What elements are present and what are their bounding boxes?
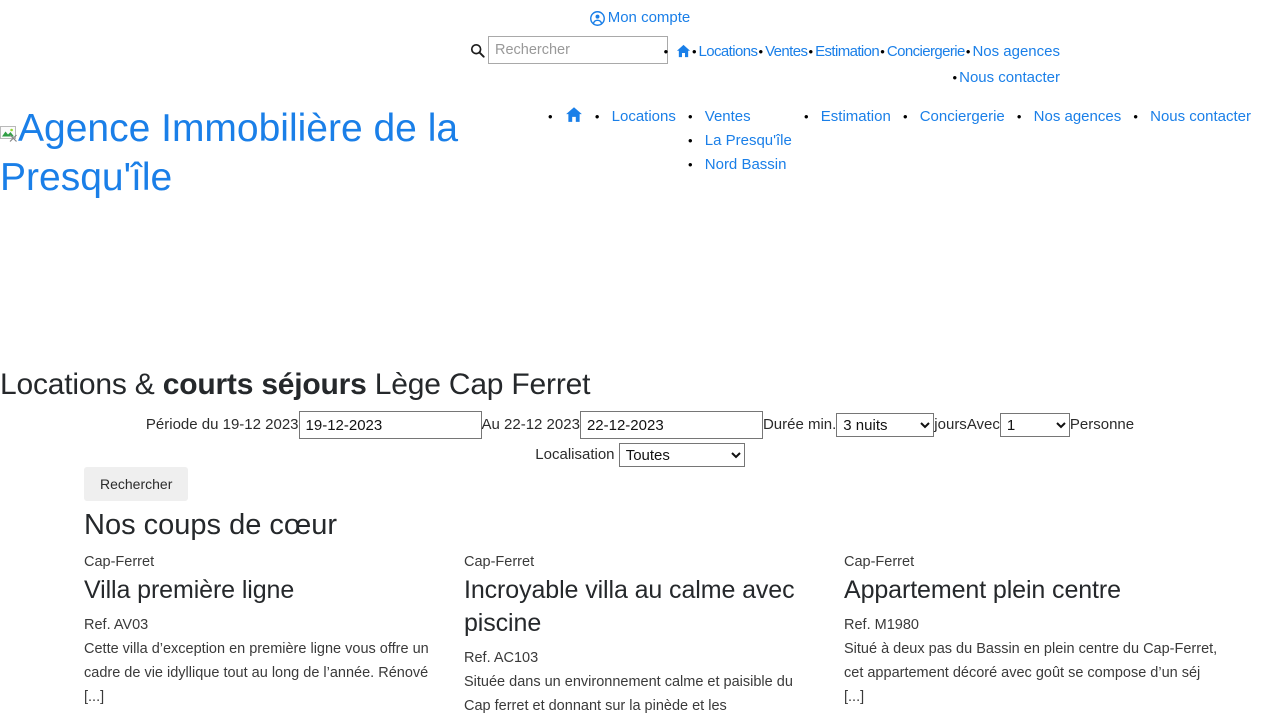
page-title-part1: Locations & bbox=[0, 368, 163, 401]
ventes-submenu: La Presqu'île Nord Bassin bbox=[688, 129, 792, 177]
property-ref: Ref. AV03 bbox=[84, 617, 149, 633]
location-label: Localisation bbox=[535, 446, 615, 463]
persons-select[interactable]: 1 bbox=[999, 413, 1070, 438]
location-select[interactable]: Toutes bbox=[618, 443, 745, 468]
property-location: Cap-Ferret bbox=[464, 554, 535, 570]
main-nav-label[interactable]: Nous contacter bbox=[1150, 108, 1251, 125]
property-ref: Ref. M1980 bbox=[844, 617, 919, 633]
property-title[interactable]: Appartement plein centre bbox=[844, 574, 1222, 607]
squashed-nav-label[interactable]: Locations bbox=[699, 43, 758, 60]
property-title[interactable]: Incroyable villa au calme avec piscine bbox=[464, 574, 822, 640]
date-to-input[interactable] bbox=[579, 411, 763, 440]
period-from-label: Période du 19-12 2023 bbox=[145, 416, 299, 433]
site-logo[interactable]: Agence Immobilière de la Presqu'île bbox=[0, 104, 500, 202]
squashed-nav-label[interactable]: Nos agences bbox=[972, 43, 1060, 60]
squashed-nav-item-ventes[interactable]: Ventes bbox=[759, 43, 808, 60]
page-root: Mon compte Locations Ventes Estimation bbox=[0, 0, 1280, 720]
main-nav-label[interactable]: Nos agences bbox=[1034, 108, 1122, 125]
squashed-nav-item-locations[interactable]: Locations bbox=[692, 43, 758, 60]
user-circle-icon bbox=[589, 10, 605, 26]
with-label: Avec bbox=[966, 416, 1000, 433]
duration-select[interactable]: 3 nuits bbox=[836, 413, 935, 438]
main-nav-item-estimation[interactable]: Estimation bbox=[804, 105, 891, 129]
squashed-nav-label[interactable]: Nous contacter bbox=[959, 69, 1060, 86]
property-description: Cette villa d’exception en première lign… bbox=[84, 641, 429, 705]
property-card[interactable]: Cap-Ferret Appartement plein centre Ref.… bbox=[844, 552, 1244, 718]
property-card[interactable]: Cap-Ferret Incroyable villa au calme ave… bbox=[464, 552, 844, 718]
property-location: Cap-Ferret bbox=[844, 554, 915, 570]
page-title: Locations & courts séjours Lège Cap Ferr… bbox=[0, 366, 590, 404]
page-title-part2: Lège Cap Ferret bbox=[366, 368, 591, 401]
booking-submit-button[interactable]: Rechercher bbox=[84, 467, 189, 501]
submenu-item-nord-bassin[interactable]: Nord Bassin bbox=[688, 153, 792, 177]
main-nav-item-conciergerie[interactable]: Conciergerie bbox=[903, 105, 1005, 129]
squashed-nav-label[interactable]: Ventes bbox=[765, 43, 808, 60]
squashed-nav-label[interactable]: Conciergerie bbox=[887, 43, 965, 60]
my-account-link[interactable]: Mon compte bbox=[589, 8, 691, 28]
date-from-input[interactable] bbox=[298, 411, 482, 440]
main-nav-item-nous-contacter[interactable]: Nous contacter bbox=[1133, 105, 1251, 129]
featured-cards: Cap-Ferret Villa première ligne Ref. AV0… bbox=[84, 552, 1280, 718]
home-icon bbox=[565, 106, 583, 131]
main-nav-item-home[interactable] bbox=[548, 105, 583, 131]
main-nav-item-nos-agences[interactable]: Nos agences bbox=[1017, 105, 1122, 129]
property-card[interactable]: Cap-Ferret Villa première ligne Ref. AV0… bbox=[84, 552, 464, 718]
days-label: jours bbox=[934, 416, 967, 433]
home-icon bbox=[676, 42, 691, 66]
site-logo-alt-text: Agence Immobilière de la Presqu'île bbox=[0, 107, 459, 199]
submenu-item-la-presquile[interactable]: La Presqu'île bbox=[688, 129, 792, 153]
main-nav-label[interactable]: Ventes bbox=[705, 108, 751, 125]
search-icon[interactable] bbox=[466, 36, 488, 64]
main-nav-label[interactable]: Locations bbox=[612, 108, 676, 125]
booking-line-secondary: Localisation Toutes bbox=[0, 440, 1280, 470]
search-input[interactable] bbox=[488, 36, 668, 64]
booking-line-primary: Période du 19-12 2023 Au 22-12 2023 Durée … bbox=[0, 410, 1280, 440]
main-nav-label[interactable]: Conciergerie bbox=[920, 108, 1005, 125]
featured-section-title: Nos coups de cœur bbox=[84, 509, 338, 541]
property-title[interactable]: Villa première ligne bbox=[84, 574, 442, 607]
main-nav-item-ventes[interactable]: Ventes La Presqu'île Nord Bassin bbox=[688, 105, 792, 177]
persons-label: Personne bbox=[1069, 416, 1135, 433]
main-nav: Locations Ventes La Presqu'île Nord Bass… bbox=[548, 105, 1280, 177]
booking-search-form: Période du 19-12 2023 Au 22-12 2023 Durée … bbox=[0, 410, 1280, 470]
main-nav-item-locations[interactable]: Locations bbox=[595, 105, 676, 129]
duration-label: Durée min. bbox=[762, 416, 837, 433]
squashed-nav-item-home[interactable] bbox=[664, 43, 692, 60]
property-description: Situé à deux pas du Bassin en plein cent… bbox=[844, 641, 1218, 705]
submenu-label[interactable]: Nord Bassin bbox=[705, 156, 787, 173]
utility-bar: Mon compte bbox=[0, 8, 1280, 32]
broken-image-icon bbox=[0, 125, 17, 142]
property-location: Cap-Ferret bbox=[84, 554, 155, 570]
submenu-label[interactable]: La Presqu'île bbox=[705, 132, 792, 149]
search-row bbox=[466, 36, 668, 64]
page-title-bold: courts séjours bbox=[162, 368, 367, 401]
property-description: Située dans un environnement calme et pa… bbox=[464, 674, 793, 714]
property-ref: Ref. AC103 bbox=[464, 650, 539, 666]
squashed-nav-label[interactable]: Estimation bbox=[815, 43, 880, 60]
my-account-label: Mon compte bbox=[607, 9, 691, 26]
squashed-nav-item-nous-contacter[interactable]: Nous contacter bbox=[953, 69, 1060, 86]
main-nav-label[interactable]: Estimation bbox=[821, 108, 891, 125]
squashed-nav-item-estimation[interactable]: Estimation bbox=[809, 43, 880, 60]
squashed-nav-item-nos-agences[interactable]: Nos agences bbox=[966, 43, 1060, 60]
top-squashed-nav: Locations Ventes Estimation Conciergerie… bbox=[660, 40, 1060, 90]
squashed-nav-item-conciergerie[interactable]: Conciergerie bbox=[880, 43, 965, 60]
period-to-label: Au 22-12 2023 bbox=[481, 416, 580, 433]
